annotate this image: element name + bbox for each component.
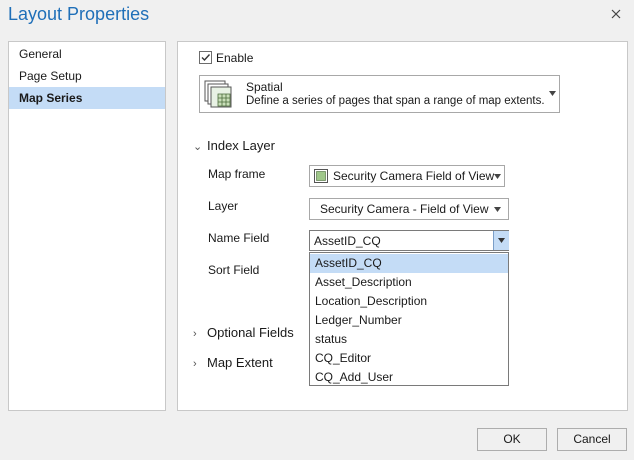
layer-dropdown[interactable]: Security Camera - Field of View: [309, 198, 509, 220]
map-extent-header[interactable]: › Map Extent: [193, 355, 273, 370]
sidebar-item-page-setup[interactable]: Page Setup: [9, 65, 165, 87]
sidebar-item-label: General: [19, 47, 62, 61]
series-type-dropdown[interactable]: Spatial Define a series of pages that sp…: [199, 75, 560, 113]
sidebar-item-general[interactable]: General: [9, 43, 165, 65]
enable-label: Enable: [216, 51, 254, 65]
layer-value: Security Camera - Field of View: [320, 202, 489, 216]
map-frame-dropdown[interactable]: Security Camera Field of View: [309, 165, 505, 187]
dropdown-option[interactable]: CQ_Editor: [310, 349, 508, 368]
map-frame-value: Security Camera Field of View: [333, 169, 495, 183]
caret-down-icon: [494, 174, 501, 179]
spatial-pages-icon: [204, 80, 232, 108]
close-button[interactable]: [608, 6, 624, 22]
map-extent-heading: Map Extent: [207, 355, 273, 370]
caret-down-icon: [549, 91, 556, 96]
map-frame-label: Map frame: [208, 167, 266, 181]
close-icon: [611, 9, 621, 19]
ok-button[interactable]: OK: [477, 428, 547, 451]
chevron-right-icon: ›: [193, 358, 197, 370]
dropdown-option[interactable]: Ledger_Number: [310, 311, 508, 330]
sidebar-item-label: Page Setup: [19, 69, 82, 83]
index-layer-heading: Index Layer: [207, 138, 275, 153]
sidebar-item-map-series[interactable]: Map Series: [9, 87, 165, 109]
enable-checkbox[interactable]: [199, 51, 212, 64]
dropdown-option[interactable]: Asset_Description: [310, 273, 508, 292]
map-frame-icon: [314, 169, 328, 183]
dropdown-option[interactable]: Location_Description: [310, 292, 508, 311]
chevron-down-icon: ⌄: [193, 141, 203, 153]
name-field-options-list: AssetID_CQ Asset_Description Location_De…: [309, 252, 509, 386]
name-field-label: Name Field: [208, 231, 270, 245]
dialog-title: Layout Properties: [8, 4, 150, 24]
cancel-button[interactable]: Cancel: [557, 428, 627, 451]
dropdown-option[interactable]: CQ_Add_User: [310, 368, 508, 387]
series-type-title: Spatial: [246, 80, 283, 94]
name-field-dropdown[interactable]: AssetID_CQ: [309, 230, 509, 251]
optional-fields-header[interactable]: › Optional Fields: [193, 325, 294, 340]
dropdown-toggle[interactable]: [493, 231, 509, 250]
index-layer-header[interactable]: ⌄ Index Layer: [193, 138, 275, 153]
checkmark-icon: [201, 54, 211, 62]
sidebar: General Page Setup Map Series: [8, 41, 166, 411]
chevron-right-icon: ›: [193, 328, 197, 340]
name-field-value: AssetID_CQ: [314, 234, 381, 248]
dropdown-option[interactable]: AssetID_CQ: [310, 254, 508, 273]
sort-field-label: Sort Field: [208, 263, 260, 277]
caret-down-icon: [498, 238, 505, 243]
dropdown-option[interactable]: status: [310, 330, 508, 349]
series-type-description: Define a series of pages that span a ran…: [246, 95, 545, 107]
layer-label: Layer: [208, 199, 239, 213]
sidebar-item-label: Map Series: [19, 91, 83, 105]
optional-fields-heading: Optional Fields: [207, 325, 294, 340]
caret-down-icon: [494, 207, 501, 212]
